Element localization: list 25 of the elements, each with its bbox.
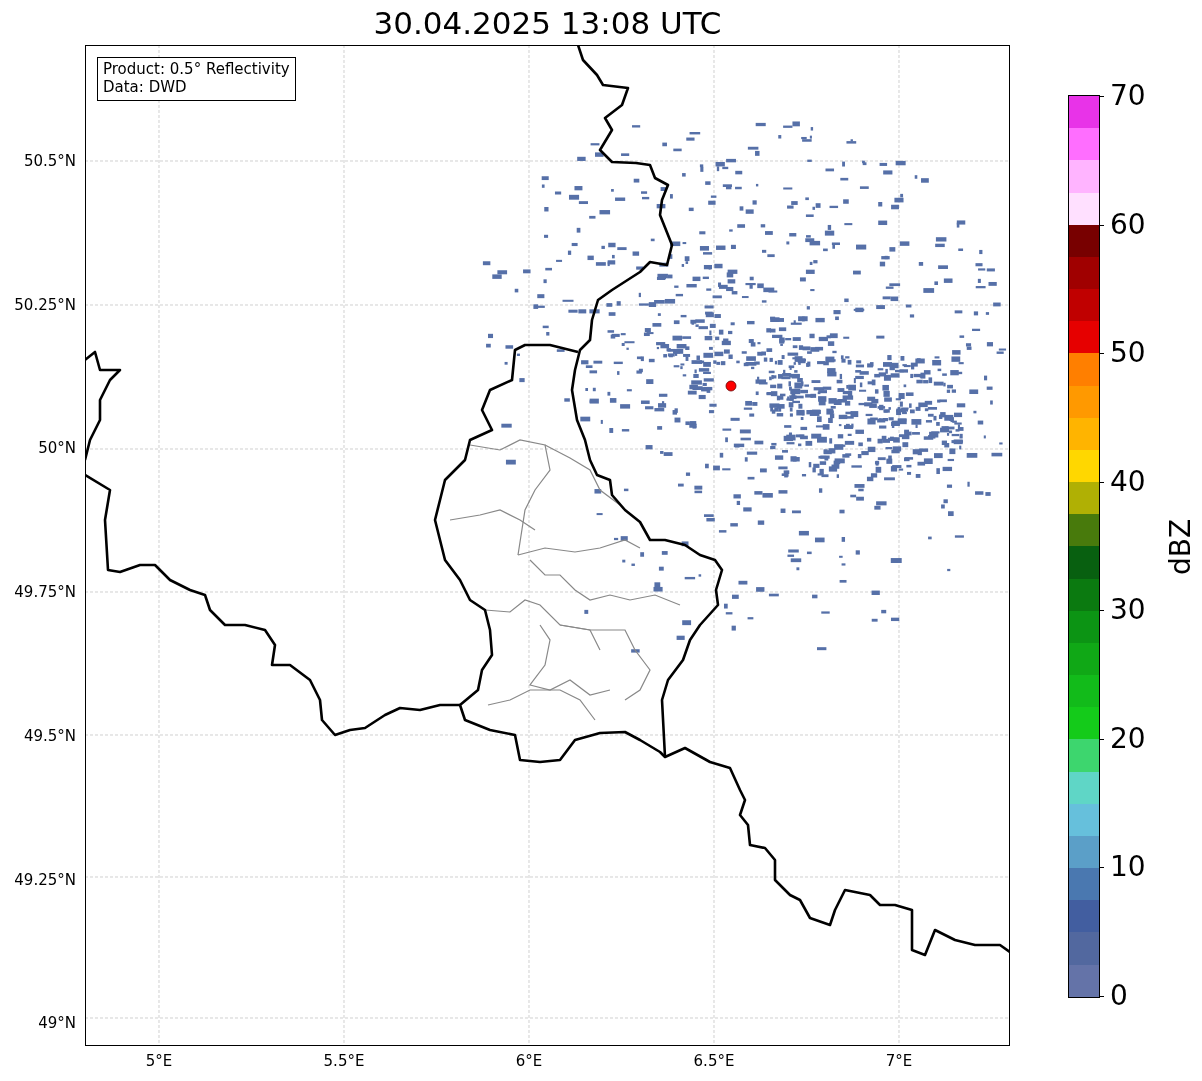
chart-title: 30.04.2025 13:08 UTC bbox=[373, 4, 722, 43]
latitude-label: 50°N bbox=[38, 439, 76, 458]
scale-tick-label: 50 bbox=[1110, 338, 1146, 369]
latitude-label: 49.75°N bbox=[14, 583, 76, 602]
latitude-label: 50.5°N bbox=[23, 152, 76, 170]
latitude-label: 49°N bbox=[38, 1014, 76, 1033]
scale-tick-label: 10 bbox=[1110, 852, 1146, 883]
legend-text: Product: 0.5° Reflectivity bbox=[103, 60, 290, 78]
longitude-label: 7°E bbox=[885, 1052, 913, 1070]
scale-tick-label: 70 bbox=[1110, 81, 1146, 111]
longitude-label: 5°E bbox=[145, 1052, 173, 1070]
longitude-label: 6.5°E bbox=[693, 1052, 735, 1070]
longitude-label: 6°E bbox=[515, 1052, 543, 1070]
latitude-label: 49.5°N bbox=[23, 726, 76, 745]
scale-title: dBZ bbox=[1163, 518, 1197, 575]
latitude-label: 49.25°N bbox=[14, 870, 76, 889]
scale-tick-label: 40 bbox=[1110, 466, 1146, 497]
radar-site-marker bbox=[725, 380, 737, 392]
scale-tick-label: 20 bbox=[1110, 723, 1146, 754]
scale-tick-label: 60 bbox=[1110, 209, 1146, 240]
longitude-label: 5.5°E bbox=[323, 1052, 365, 1070]
scale-tick-label: 0 bbox=[1110, 981, 1128, 1011]
legend-text: Data: DWD bbox=[103, 78, 188, 96]
scale-tick-label: 30 bbox=[1110, 595, 1146, 626]
latitude-label: 50.25°N bbox=[14, 295, 76, 314]
